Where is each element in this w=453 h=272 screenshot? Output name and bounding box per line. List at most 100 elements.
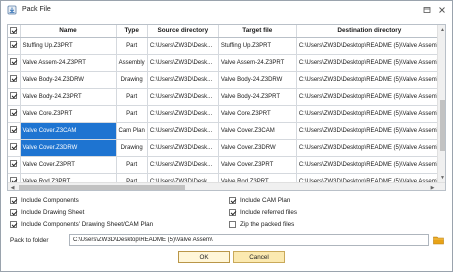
table-row[interactable]: Valve Core.Z3PRT Part C:\Users\ZW3D\Desk..… xyxy=(8,105,443,123)
select-all-header[interactable] xyxy=(8,25,21,38)
cell-name[interactable]: Valve Assem-24.Z3PRT xyxy=(20,54,117,72)
row-checkbox[interactable] xyxy=(10,126,18,134)
column-header-name[interactable]: Name xyxy=(20,25,117,38)
cell-name[interactable]: Stuffing Up.Z3PRT xyxy=(20,37,117,55)
row-checkbox-cell[interactable] xyxy=(8,122,21,140)
row-checkbox-cell[interactable] xyxy=(8,71,21,89)
pin-button[interactable] xyxy=(421,4,433,16)
include-drawing-sheet-option[interactable]: Include Drawing Sheet xyxy=(10,207,84,217)
include-cam-plan-checkbox[interactable] xyxy=(229,196,236,204)
row-checkbox-cell[interactable] xyxy=(8,139,21,157)
include-components-drawing-option[interactable]: Include Components' Drawing Sheet/CAM Pl… xyxy=(10,219,153,229)
folder-icon[interactable] xyxy=(433,235,444,245)
include-referred-files-option[interactable]: Include referred files xyxy=(229,207,297,217)
table-row[interactable]: Stuffing Up.Z3PRT Part C:\Users\ZW3D\Desk.… xyxy=(8,37,443,55)
cancel-button[interactable]: Cancel xyxy=(233,251,285,263)
cell-source[interactable]: C:\Users\ZW3D\Desk... xyxy=(147,122,219,140)
cell-name[interactable]: Valve Body-24.Z3DRW xyxy=(20,71,117,89)
cell-target[interactable]: Valve Core.Z3PRT xyxy=(218,105,297,123)
cell-type[interactable]: Cam Plan xyxy=(116,122,148,140)
include-components-checkbox[interactable] xyxy=(10,196,17,204)
cell-target[interactable]: Stuffing Up.Z3PRT xyxy=(218,37,297,55)
pack-file-icon xyxy=(7,5,17,15)
cell-destination[interactable]: C:\Users\ZW3D\Desktop\README (5)\Valve A… xyxy=(296,139,443,157)
table-row[interactable]: Valve Cover.Z3CAM Cam Plan C:\Users\ZW3D\D… xyxy=(8,122,443,140)
row-checkbox[interactable] xyxy=(10,143,18,151)
cell-type[interactable]: Drawing xyxy=(116,71,148,89)
table-row[interactable]: Valve Body-24.Z3DRW Drawing C:\Users\ZW3D\… xyxy=(8,71,443,89)
horizontal-scroll-thumb[interactable] xyxy=(19,185,185,190)
cell-target[interactable]: Valve Assem-24.Z3PRT xyxy=(218,54,297,72)
cell-source[interactable]: C:\Users\ZW3D\Desk... xyxy=(147,156,219,174)
cell-name[interactable]: Valve Core.Z3PRT xyxy=(20,105,117,123)
scroll-up-icon[interactable]: ▲ xyxy=(438,25,445,34)
cell-name[interactable]: Valve Cover.Z3DRW xyxy=(20,139,117,157)
column-header-source[interactable]: Source directory xyxy=(147,25,219,38)
cell-type[interactable]: Assembly xyxy=(116,54,148,72)
close-button[interactable] xyxy=(436,4,448,16)
table-row[interactable]: Valve Assem-24.Z3PRT Assembly C:\Users\ZW3… xyxy=(8,54,443,72)
cell-type[interactable]: Part xyxy=(116,156,148,174)
row-checkbox[interactable] xyxy=(10,109,18,117)
cell-source[interactable]: C:\Users\ZW3D\Desk... xyxy=(147,139,219,157)
include-components-drawing-checkbox[interactable] xyxy=(10,220,17,228)
cell-name[interactable]: Valve Cover.Z3PRT xyxy=(20,156,117,174)
cell-destination[interactable]: C:\Users\ZW3D\Desktop\README (5)\Valve A… xyxy=(296,105,443,123)
cell-source[interactable]: C:\Users\ZW3D\Desk... xyxy=(147,88,219,106)
row-checkbox[interactable] xyxy=(10,58,18,66)
scroll-right-icon[interactable]: ▶ xyxy=(428,183,437,191)
scroll-down-icon[interactable]: ▼ xyxy=(438,173,445,182)
table-row[interactable]: Valve Body-24.Z3PRT Part C:\Users\ZW3D\Des… xyxy=(8,88,443,106)
row-checkbox[interactable] xyxy=(10,75,18,83)
zip-packed-files-label: Zip the packed files xyxy=(240,220,295,228)
column-header-target[interactable]: Target file xyxy=(218,25,297,38)
table-row[interactable]: Valve Cover.Z3PRT Part C:\Users\ZW3D\Desk.… xyxy=(8,156,443,174)
cell-destination[interactable]: C:\Users\ZW3D\Desktop\README (5)\Valve A… xyxy=(296,156,443,174)
cell-name[interactable]: Valve Cover.Z3CAM xyxy=(20,122,117,140)
ok-button[interactable]: OK xyxy=(178,251,230,263)
horizontal-scrollbar[interactable]: ◀ ▶ xyxy=(8,182,445,191)
row-checkbox[interactable] xyxy=(10,41,18,49)
table-header-row: Name Type Source directory Target file D… xyxy=(8,25,443,38)
cell-name[interactable]: Valve Body-24.Z3PRT xyxy=(20,88,117,106)
table-row[interactable]: Valve Cover.Z3DRW Drawing C:\Users\ZW3D\De… xyxy=(8,139,443,157)
cell-destination[interactable]: C:\Users\ZW3D\Desktop\README (5)\Valve A… xyxy=(296,37,443,55)
cell-target[interactable]: Valve Cover.Z3CAM xyxy=(218,122,297,140)
column-header-destination[interactable]: Destination directory xyxy=(296,25,443,38)
include-drawing-sheet-checkbox[interactable] xyxy=(10,208,17,216)
column-header-type[interactable]: Type xyxy=(116,25,148,38)
cell-target[interactable]: Valve Body-24.Z3PRT xyxy=(218,88,297,106)
zip-packed-files-checkbox[interactable] xyxy=(229,220,236,228)
cell-type[interactable]: Drawing xyxy=(116,139,148,157)
row-checkbox-cell[interactable] xyxy=(8,105,21,123)
cell-destination[interactable]: C:\Users\ZW3D\Desktop\README (5)\Valve A… xyxy=(296,122,443,140)
cell-source[interactable]: C:\Users\ZW3D\Desk... xyxy=(147,105,219,123)
cell-target[interactable]: Valve Cover.Z3PRT xyxy=(218,156,297,174)
row-checkbox-cell[interactable] xyxy=(8,156,21,174)
cell-type[interactable]: Part xyxy=(116,88,148,106)
pack-to-folder-input[interactable] xyxy=(69,234,429,246)
scroll-left-icon[interactable]: ◀ xyxy=(8,183,17,191)
select-all-checkbox[interactable] xyxy=(10,27,18,35)
cell-source[interactable]: C:\Users\ZW3D\Desk... xyxy=(147,71,219,89)
cell-type[interactable]: Part xyxy=(116,105,148,123)
cell-source[interactable]: C:\Users\ZW3D\Desk... xyxy=(147,37,219,55)
vertical-scrollbar[interactable]: ▲ ▼ xyxy=(437,25,445,182)
include-referred-files-checkbox[interactable] xyxy=(229,208,236,216)
include-components-option[interactable]: Include Components xyxy=(10,195,79,205)
row-checkbox[interactable] xyxy=(10,160,18,168)
cell-type[interactable]: Part xyxy=(116,37,148,55)
cell-destination[interactable]: C:\Users\ZW3D\Desktop\README (5)\Valve A… xyxy=(296,71,443,89)
row-checkbox-cell[interactable] xyxy=(8,88,21,106)
row-checkbox[interactable] xyxy=(10,92,18,100)
cell-target[interactable]: Valve Cover.Z3DRW xyxy=(218,139,297,157)
row-checkbox-cell[interactable] xyxy=(8,37,21,55)
row-checkbox-cell[interactable] xyxy=(8,54,21,72)
vertical-scroll-thumb[interactable] xyxy=(440,100,445,151)
include-cam-plan-option[interactable]: Include CAM Plan xyxy=(229,195,290,205)
cell-destination[interactable]: C:\Users\ZW3D\Desktop\README (5)\Valve A… xyxy=(296,54,443,72)
cell-source[interactable]: C:\Users\ZW3D\Desk... xyxy=(147,54,219,72)
cell-target[interactable]: Valve Body-24.Z3DRW xyxy=(218,71,297,89)
cell-destination[interactable]: C:\Users\ZW3D\Desktop\README (5)\Valve A… xyxy=(296,88,443,106)
zip-packed-files-option[interactable]: Zip the packed files xyxy=(229,219,294,229)
